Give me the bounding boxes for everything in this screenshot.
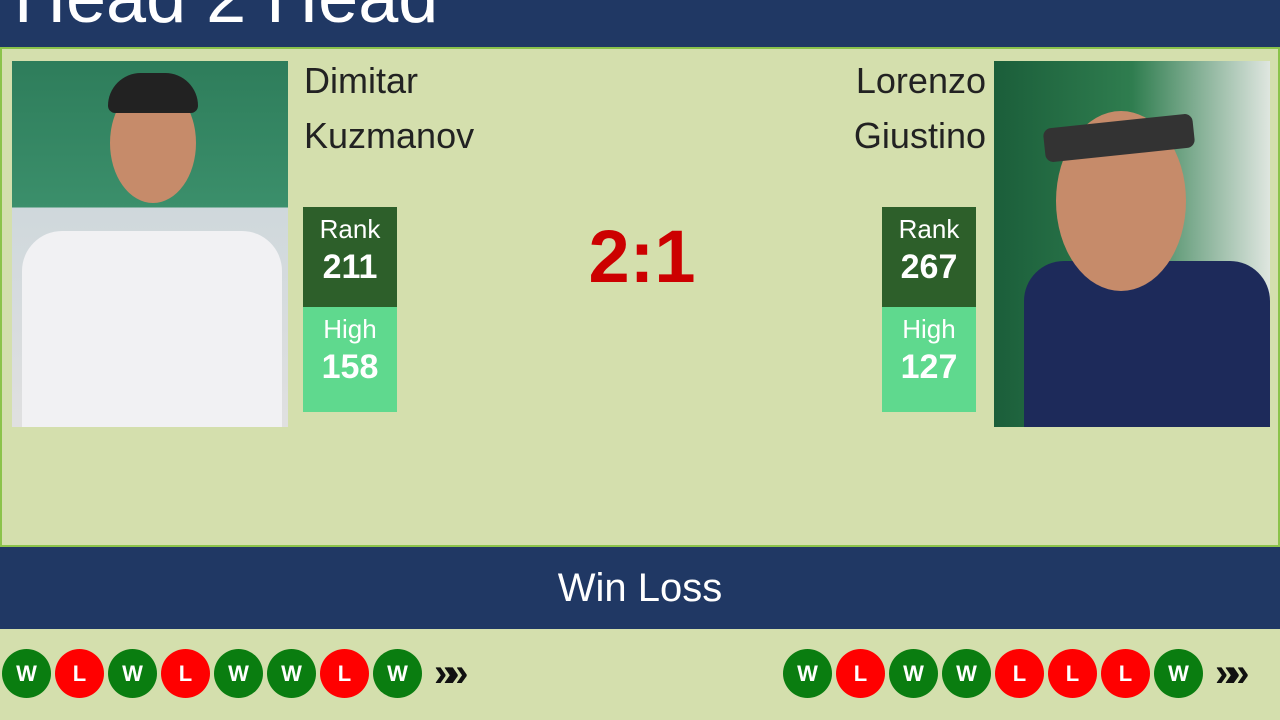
win-result-dot[interactable]: W	[1154, 648, 1203, 698]
loss-result-dot[interactable]: L	[995, 648, 1044, 698]
player2-high-value: 127	[900, 348, 958, 386]
loss-result-dot[interactable]: L	[320, 648, 369, 698]
h2h-score: 2:1	[588, 215, 696, 298]
page-title: Head 2 Head	[14, 0, 438, 34]
page-header: Head 2 Head	[0, 0, 1280, 47]
player1-rank-label: Rank	[319, 214, 381, 244]
player1-rank-badge: Rank 211 High 158	[303, 207, 397, 412]
chevrons-right-icon[interactable]: »»	[434, 653, 468, 693]
player2-name[interactable]: Lorenzo Giustino	[854, 53, 986, 163]
chevrons-right-icon[interactable]: »»	[1215, 653, 1249, 693]
player2-rank-label: Rank	[898, 214, 960, 244]
player2-recent-form: W L W W L L L W»»	[783, 648, 1249, 698]
win-result-dot[interactable]: W	[783, 648, 832, 698]
win-result-dot[interactable]: W	[373, 648, 422, 698]
player1-photo	[12, 61, 288, 427]
player1-name[interactable]: Dimitar Kuzmanov	[304, 53, 474, 163]
player2-rank-badge: Rank 267 High 127	[882, 207, 976, 412]
player1-high-value: 158	[321, 348, 379, 386]
player1-last-name: Kuzmanov	[304, 115, 475, 156]
player1-first-name: Dimitar	[304, 60, 418, 101]
player2-last-name: Giustino	[853, 115, 986, 156]
win-result-dot[interactable]: W	[942, 648, 991, 698]
win-result-dot[interactable]: W	[889, 648, 938, 698]
loss-result-dot[interactable]: L	[1048, 648, 1097, 698]
player1-high-label: High	[323, 314, 377, 344]
player1-recent-form: W L W L W W L W»»	[2, 648, 468, 698]
player2-rank-value: 267	[900, 248, 958, 286]
loss-result-dot[interactable]: L	[161, 648, 210, 698]
h2h-panel: Dimitar Kuzmanov Rank 211 High 158 2:1 L…	[0, 47, 1280, 547]
loss-result-dot[interactable]: L	[836, 648, 885, 698]
win-result-dot[interactable]: W	[2, 648, 51, 698]
win-result-dot[interactable]: W	[108, 648, 157, 698]
win-result-dot[interactable]: W	[214, 648, 263, 698]
win-result-dot[interactable]: W	[267, 648, 316, 698]
loss-result-dot[interactable]: L	[55, 648, 104, 698]
win-loss-section-header: Win Loss	[0, 547, 1280, 629]
loss-result-dot[interactable]: L	[1101, 648, 1150, 698]
player2-first-name: Lorenzo	[855, 60, 986, 101]
player2-high-label: High	[902, 314, 956, 344]
player2-photo	[994, 61, 1270, 427]
player1-rank-value: 211	[322, 248, 378, 286]
